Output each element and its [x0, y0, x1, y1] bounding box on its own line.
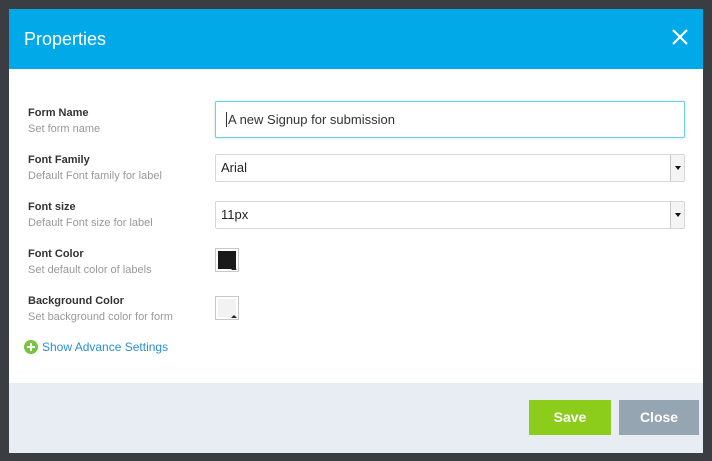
caret-up-icon	[231, 267, 237, 270]
font-color-hint: Set default color of labels	[28, 264, 152, 276]
font-size-select[interactable]: 11px	[215, 201, 685, 229]
form-name-value: A new Signup for submission	[228, 112, 395, 127]
background-color-label: Background Color	[28, 295, 124, 307]
dialog-footer: Save Close	[9, 383, 703, 453]
form-name-input[interactable]: A new Signup for submission	[215, 101, 685, 138]
plus-circle-icon	[24, 340, 38, 354]
form-name-hint: Set form name	[28, 123, 101, 135]
text-caret	[226, 112, 227, 127]
close-icon[interactable]	[670, 27, 690, 47]
font-color-label: Font Color	[28, 248, 84, 260]
font-color-picker[interactable]	[215, 248, 239, 272]
background-color-label-group: Background Color Set background color fo…	[28, 295, 173, 324]
dialog-title: Properties	[24, 29, 107, 49]
save-button[interactable]: Save	[529, 400, 611, 435]
background-color-picker[interactable]	[215, 296, 239, 320]
font-size-value: 11px	[221, 207, 249, 222]
form-name-label: Form Name	[28, 107, 89, 119]
show-advance-settings-link[interactable]: Show Advance Settings	[24, 340, 168, 354]
font-color-label-group: Font Color Set default color of labels	[28, 248, 152, 277]
font-family-value: Arial	[221, 160, 248, 175]
font-size-label-group: Font size Default Font size for label	[28, 201, 153, 230]
background-color-hint: Set background color for form	[28, 311, 173, 323]
dialog-header: Properties	[9, 9, 703, 69]
font-family-label: Font Family	[28, 154, 90, 166]
font-size-label: Font size	[28, 201, 76, 213]
chevron-down-icon[interactable]	[670, 155, 684, 181]
properties-dialog: Properties Form Name Set form name A new…	[9, 9, 703, 453]
font-size-hint: Default Font size for label	[28, 217, 153, 229]
show-advance-settings-label: Show Advance Settings	[42, 340, 169, 354]
font-family-hint: Default Font family for label	[28, 170, 162, 182]
caret-up-icon	[231, 315, 237, 318]
font-family-select[interactable]: Arial	[215, 154, 685, 182]
close-button[interactable]: Close	[619, 400, 699, 435]
font-family-label-group: Font Family Default Font family for labe…	[28, 154, 162, 183]
chevron-down-icon[interactable]	[670, 202, 684, 228]
form-name-label-group: Form Name Set form name	[28, 107, 100, 136]
